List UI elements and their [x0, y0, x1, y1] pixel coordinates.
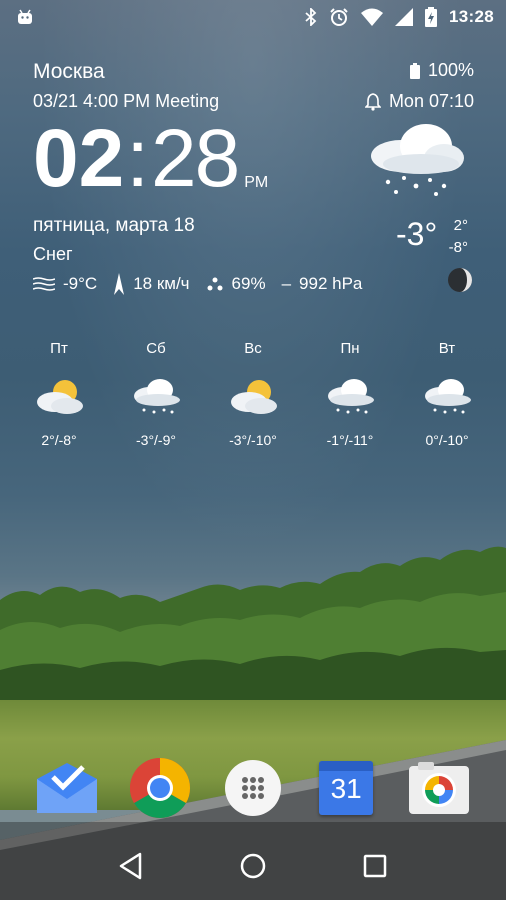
home-button[interactable]: [231, 844, 275, 888]
calendar-app-icon: 31: [319, 761, 374, 815]
feels-like-value: -9°C: [63, 274, 98, 293]
snow-cloud-icon[interactable]: [366, 118, 466, 198]
forecast-day[interactable]: Вт 0°/-10°: [399, 340, 495, 448]
photos-app[interactable]: [407, 756, 471, 820]
next-alarm[interactable]: Mon 07:10: [364, 91, 474, 112]
signal-icon: [395, 8, 414, 26]
high-low: 2° -8°: [446, 215, 468, 259]
partly-sunny-icon: [231, 380, 277, 414]
app-drawer[interactable]: [221, 756, 285, 820]
next-event[interactable]: 03/21 4:00 PM Meeting: [33, 91, 219, 112]
city-name[interactable]: Москва: [33, 60, 105, 84]
pressure: – 992 hPa: [282, 274, 363, 294]
app-dock: 31: [0, 756, 506, 820]
humidity: 69%: [206, 274, 266, 294]
wind-lines-icon: [33, 277, 55, 291]
clock-minutes: 28: [151, 113, 240, 204]
pressure-dash: –: [281, 274, 292, 293]
forecast-day-name: Вс: [244, 340, 262, 357]
battery-charging-icon: [425, 7, 438, 27]
low-temperature: -8°: [448, 239, 468, 256]
forecast-range: -3°/-10°: [229, 432, 277, 448]
calendar-day-number: 31: [330, 773, 362, 804]
current-temperature[interactable]: -3°: [396, 216, 437, 253]
app-drawer-icon: [224, 760, 281, 816]
battery-level: 100%: [427, 60, 474, 80]
partly-sunny-icon: [37, 380, 83, 414]
recents-icon: [363, 854, 387, 878]
weather-details: -9°C 18 км/ч 69% – 992 hPa: [33, 273, 378, 295]
forecast-range: -1°/-11°: [326, 432, 374, 448]
forecast-day[interactable]: Пн -1°/-11°: [302, 340, 398, 448]
inbox-app[interactable]: [35, 756, 99, 820]
forecast-day-name: Пн: [340, 340, 360, 357]
alarm-icon: [330, 8, 348, 26]
system-navigation: [0, 838, 506, 894]
snow-cloud-icon: [328, 379, 374, 414]
back-icon: [119, 852, 142, 880]
humidity-value: 69%: [231, 274, 266, 293]
back-button[interactable]: [109, 844, 153, 888]
forecast-range: 2°/-8°: [41, 432, 77, 448]
inbox-app-icon: [36, 763, 97, 813]
feels-like: -9°C: [33, 274, 97, 294]
forecast-range: 0°/-10°: [425, 432, 469, 448]
wind: 18 км/ч: [113, 273, 190, 295]
chrome-app-icon: [129, 758, 190, 819]
bluetooth-icon: [305, 8, 317, 26]
pressure-value: 992 hPa: [299, 274, 363, 293]
forecast-day[interactable]: Вс -3°/-10°: [205, 340, 301, 448]
clock-hours: 02: [33, 113, 125, 204]
wind-direction-icon: [114, 273, 125, 295]
status-time: 13:28: [449, 7, 494, 26]
photos-app-icon: [409, 762, 470, 814]
forecast-range: -3°/-9°: [136, 432, 176, 448]
digital-clock[interactable]: 02 : 28 PM: [33, 118, 268, 200]
current-date[interactable]: пятница, марта 18: [33, 215, 195, 237]
wifi-icon: [361, 8, 384, 26]
calendar-app[interactable]: 31: [314, 756, 378, 820]
android-icon: [18, 9, 32, 24]
humidity-drops-icon: [207, 277, 223, 291]
bell-icon: [364, 92, 381, 111]
forecast-day-name: Сб: [146, 340, 166, 357]
high-temperature: 2°: [453, 217, 468, 234]
alarm-time: Mon 07:10: [388, 91, 474, 111]
forecast-day-name: Вт: [438, 340, 456, 357]
snow-cloud-icon: [134, 379, 180, 414]
forecast-day[interactable]: Пт 2°/-8°: [11, 340, 107, 448]
clock-separator: :: [126, 113, 150, 204]
recents-button[interactable]: [353, 844, 397, 888]
snow-cloud-icon: [425, 379, 471, 414]
forecast-day-name: Пт: [50, 340, 68, 357]
forecast-row: Пт 2°/-8° Сб -3°/-9° Вс -3°/-10° Пн -1°/…: [11, 340, 495, 448]
home-icon: [240, 853, 266, 879]
weather-condition: Снег: [33, 244, 73, 264]
wind-value: 18 км/ч: [133, 274, 190, 293]
forecast-day[interactable]: Сб -3°/-9°: [108, 340, 204, 448]
moon-phase-icon: [448, 268, 472, 292]
status-bar: 13:28: [0, 0, 506, 34]
clock-ampm: PM: [244, 174, 269, 191]
battery-icon: [409, 62, 420, 79]
chrome-app[interactable]: [128, 756, 192, 820]
battery-status: 100%: [409, 60, 474, 81]
